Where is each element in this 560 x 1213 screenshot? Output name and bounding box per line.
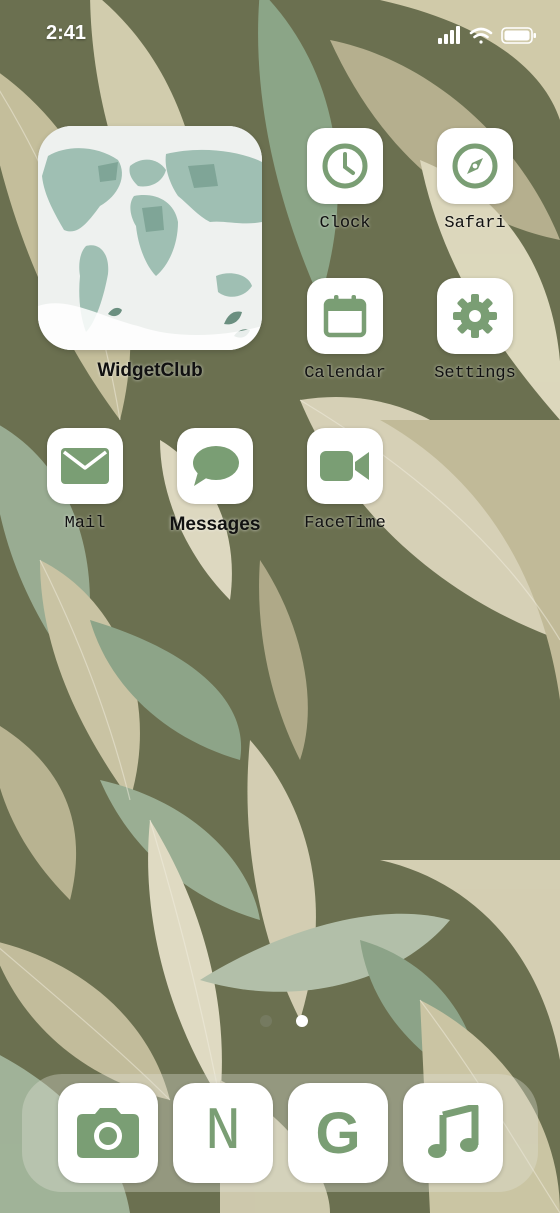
compass-icon [452, 143, 498, 189]
page-indicator[interactable] [254, 1015, 314, 1029]
app-mail[interactable]: Mail [20, 428, 150, 543]
app-messages-tile[interactable] [177, 428, 253, 504]
app-clock[interactable]: Clock [280, 128, 410, 243]
app-safari[interactable]: Safari [410, 128, 540, 243]
dock-app-camera[interactable] [58, 1083, 158, 1183]
page-dot-1[interactable] [260, 1015, 272, 1027]
wifi-icon [469, 27, 493, 44]
app-safari-tile[interactable] [437, 128, 513, 204]
app-calendar[interactable]: Calendar [280, 278, 410, 393]
clock-icon [322, 143, 368, 189]
dock-app-g[interactable]: G [288, 1083, 388, 1183]
camera-icon [77, 1108, 139, 1158]
calendar-icon [323, 295, 367, 338]
battery-icon [501, 27, 536, 44]
app-label-settings: Settings [434, 364, 516, 383]
page-dot-2-current[interactable] [296, 1015, 308, 1027]
status-bar: 2:41 [0, 0, 560, 70]
world-map-widget[interactable] [38, 126, 262, 350]
app-messages[interactable]: Messages [150, 428, 280, 543]
app-clock-tile[interactable] [307, 128, 383, 204]
status-time: 2:41 [46, 22, 87, 44]
dock-app-n[interactable]: N [173, 1083, 273, 1183]
envelope-icon [61, 448, 109, 484]
app-label-clock: Clock [319, 214, 371, 233]
video-camera-icon [320, 451, 369, 481]
gear-icon [453, 294, 497, 338]
app-facetime-tile[interactable] [307, 428, 383, 504]
widget-label: WidgetClub [97, 360, 203, 381]
app-label-facetime: FaceTime [304, 514, 386, 533]
signal-icon [438, 26, 460, 44]
app-label-mail: Mail [64, 514, 106, 533]
app-mail-tile[interactable] [47, 428, 123, 504]
app-settings[interactable]: Settings [410, 278, 540, 393]
app-label-calendar: Calendar [304, 364, 386, 383]
speech-bubble-icon [193, 446, 239, 486]
app-settings-tile[interactable] [437, 278, 513, 354]
letter-g-icon: G [315, 1100, 361, 1166]
music-note-icon [428, 1105, 479, 1158]
world-map-image [38, 126, 262, 350]
letter-n-icon: N [204, 1099, 241, 1167]
app-calendar-tile[interactable] [307, 278, 383, 354]
app-label-messages: Messages [169, 514, 261, 535]
dock-app-music[interactable] [403, 1083, 503, 1183]
app-facetime[interactable]: FaceTime [280, 428, 410, 543]
status-icons [438, 26, 536, 44]
app-label-safari: Safari [444, 214, 506, 233]
